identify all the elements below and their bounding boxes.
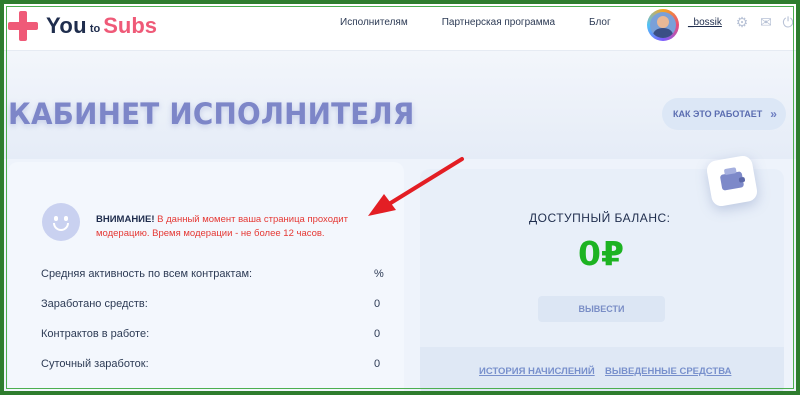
stat-value-contracts: 0 (374, 328, 381, 340)
screenshot-frame: You to Subs Исполнителям Партнерская про… (0, 0, 800, 395)
mail-icon[interactable]: ✉ (758, 14, 774, 30)
nav-link-blog[interactable]: Блог (589, 17, 611, 28)
stat-value-daily: 0 (374, 358, 381, 370)
accrual-history-link[interactable]: ИСТОРИЯ НАЧИСЛЕНИЙ (479, 366, 595, 377)
stat-label-earned: Заработано средств: (41, 298, 148, 310)
balance-amount: 0₽ (578, 234, 624, 273)
avatar[interactable] (647, 9, 679, 41)
username-link[interactable]: _bossik (688, 17, 722, 28)
stat-value-earned: 0 (374, 298, 381, 310)
plus-icon (8, 11, 38, 41)
stat-label-contracts: Контрактов в работе: (41, 328, 150, 340)
double-chevron-icon: » (770, 107, 777, 121)
moderation-notice: ВНИМАНИЕ! В данный момент ваша страница … (96, 213, 386, 241)
notice-label: ВНИМАНИЕ! (96, 214, 155, 225)
how-it-works-label: КАК ЭТО РАБОТАЕТ (673, 109, 763, 119)
stat-label-daily: Суточный заработок: (41, 358, 149, 370)
logo-you: You (46, 13, 87, 38)
nav-link-performers[interactable]: Исполнителям (340, 17, 408, 28)
logo-subs: Subs (103, 13, 158, 38)
balance-title: ДОСТУПНЫЙ БАЛАНС: (529, 211, 671, 225)
smiley-icon (42, 203, 80, 241)
top-header: You to Subs Исполнителям Партнерская про… (4, 4, 796, 51)
withdrawn-funds-link[interactable]: ВЫВЕДЕННЫЕ СРЕДСТВА (605, 366, 731, 377)
stat-label-activity: Средняя активность по всем контрактам: (41, 268, 253, 280)
main-nav: Исполнителям Партнерская программа Блог (340, 17, 611, 28)
gear-icon[interactable]: ⚙ (734, 14, 750, 30)
stat-value-activity: % (374, 268, 384, 280)
how-it-works-button[interactable]: КАК ЭТО РАБОТАЕТ » (662, 98, 786, 130)
wallet-icon (705, 154, 759, 208)
page-title: КАБИНЕТ ИСПОЛНИТЕЛЯ (8, 97, 415, 131)
logo-to: to (89, 23, 101, 35)
logo[interactable]: You to Subs (8, 10, 157, 42)
nav-link-affiliate[interactable]: Партнерская программа (442, 17, 555, 28)
power-icon[interactable]: ⏻ (780, 14, 796, 30)
withdraw-button[interactable]: ВЫВЕСТИ (538, 296, 665, 322)
